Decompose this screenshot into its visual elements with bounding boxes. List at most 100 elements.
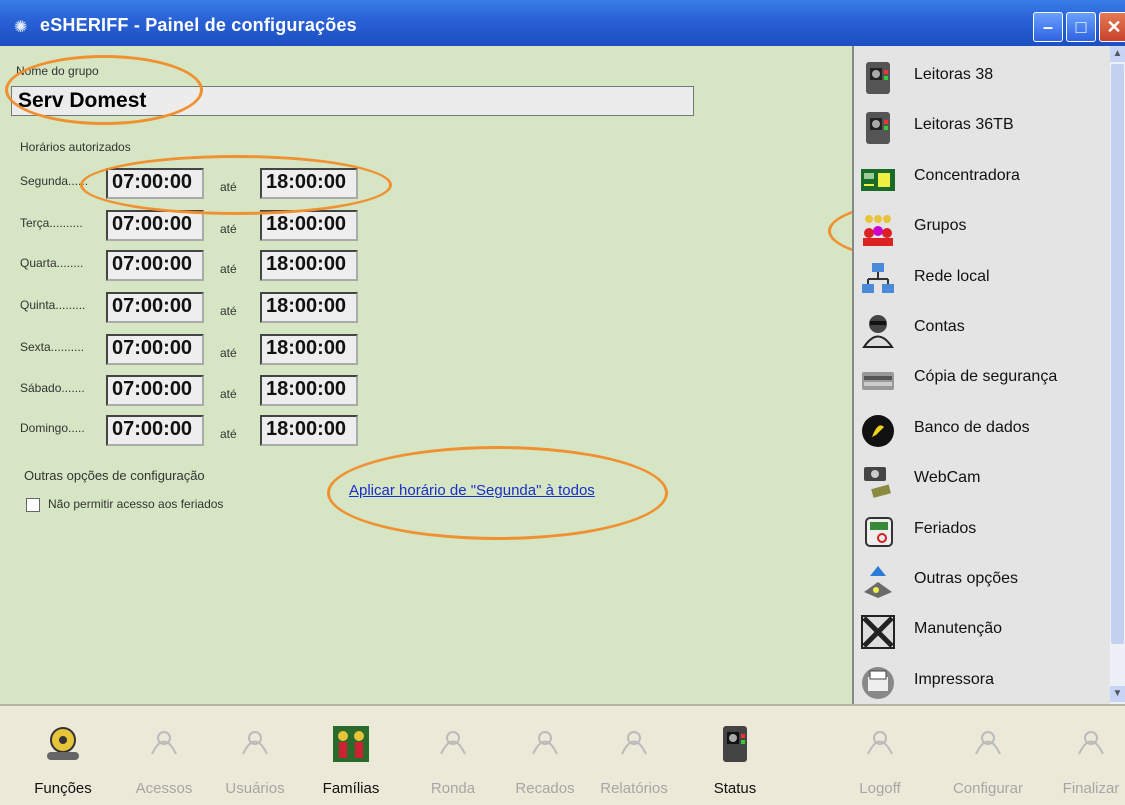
end-time-input[interactable]: 18:00:00 <box>260 334 358 365</box>
toolbar-button[interactable]: Finalizar <box>1046 724 1125 797</box>
maximize-button[interactable]: □ <box>1066 12 1096 42</box>
group-name-input[interactable] <box>11 86 694 116</box>
settings-sidebar: Leitoras 38 Leitoras 36TB Concentradora Gru… <box>852 46 1110 704</box>
day-label: Quarta........ <box>20 256 84 270</box>
faded-icon <box>968 724 1008 764</box>
faded-icon <box>525 724 565 764</box>
sidebar-item[interactable]: Grupos <box>860 205 1100 249</box>
scroll-thumb[interactable] <box>1111 64 1124 644</box>
holiday-checkbox[interactable] <box>26 498 40 512</box>
sidebar-item-label: Concentradora <box>914 166 1020 184</box>
day-label: Sábado....... <box>20 381 85 395</box>
sidebar-item-label: Contas <box>914 318 965 335</box>
reader-device-icon <box>860 60 896 96</box>
sidebar-item-label: Feriados <box>914 519 977 537</box>
toolbar-button-label: Acessos <box>135 780 193 797</box>
toolbar-button[interactable]: Status <box>690 724 780 797</box>
day-label: Domingo..... <box>20 421 85 435</box>
start-time-input[interactable]: 07:00:00 <box>106 210 204 241</box>
until-label: até <box>220 387 237 401</box>
sidebar-item[interactable]: Rede local <box>860 256 1100 300</box>
sidebar-scrollbar[interactable]: ▲ ▼ <box>1110 46 1125 704</box>
faded-icon <box>235 724 275 764</box>
minimize-icon: – <box>1042 17 1053 37</box>
toolbar-button-label: Famílias <box>322 780 380 797</box>
backup-icon <box>860 362 896 398</box>
title-bar: ✺ eSHERIFF - Painel de configurações – □… <box>0 0 1125 46</box>
until-label: até <box>220 180 237 194</box>
sidebar-item[interactable]: Outras opções <box>860 558 1100 602</box>
close-button[interactable]: ✕ <box>1099 12 1125 42</box>
faded-icon <box>1071 724 1111 764</box>
sidebar-item-label: Manutenção <box>914 620 1003 638</box>
sidebar-item[interactable]: Banco de dados <box>860 407 1100 451</box>
toolbar-button[interactable]: Acessos <box>119 724 209 797</box>
group-name-label: Nome do grupo <box>16 64 99 78</box>
toolbar-button-label: Logoff <box>859 780 901 797</box>
apply-all-link[interactable]: Aplicar horário de "Segunda" à todos <box>349 482 595 499</box>
family-icon <box>331 724 371 764</box>
sidebar-item[interactable]: Leitoras 36TB <box>860 104 1100 148</box>
end-time-input[interactable]: 18:00:00 <box>260 375 358 406</box>
start-time-input[interactable]: 07:00:00 <box>106 292 204 323</box>
faded-icon <box>614 724 654 764</box>
sidebar-item[interactable]: Impressora <box>860 659 1100 703</box>
toolbar-button[interactable]: Configurar <box>943 724 1033 797</box>
calendar-icon <box>860 514 896 550</box>
end-time-input[interactable]: 18:00:00 <box>260 168 358 199</box>
day-label: Quinta......... <box>20 298 86 312</box>
sidebar-item[interactable]: Leitoras 38 <box>860 54 1100 98</box>
sidebar-item[interactable]: Concentradora <box>860 155 1100 199</box>
sidebar-item-label: Cópia de segurança <box>914 368 1058 386</box>
database-icon <box>860 413 896 449</box>
printer-icon <box>860 665 896 701</box>
day-label: Segunda...... <box>20 174 89 188</box>
start-time-input[interactable]: 07:00:00 <box>106 375 204 406</box>
end-time-input[interactable]: 18:00:00 <box>260 415 358 446</box>
minimize-button[interactable]: – <box>1033 12 1063 42</box>
network-icon <box>860 262 896 298</box>
toolbar-button[interactable]: Logoff <box>835 724 925 797</box>
toolbar-button[interactable]: Funções <box>18 724 108 797</box>
toolbar-button[interactable]: Relatórios <box>589 724 679 797</box>
scroll-up-icon[interactable]: ▲ <box>1110 46 1125 62</box>
group-people-icon <box>860 211 896 247</box>
until-label: até <box>220 427 237 441</box>
start-time-input[interactable]: 07:00:00 <box>106 168 204 199</box>
until-label: até <box>220 262 237 276</box>
start-time-input[interactable]: 07:00:00 <box>106 250 204 281</box>
toolbar-button[interactable]: Famílias <box>306 724 396 797</box>
circuit-board-icon <box>860 161 896 197</box>
sidebar-item-label: WebCam <box>914 469 981 487</box>
sidebar-item[interactable]: WebCam <box>860 457 1100 501</box>
window-title: eSHERIFF - Painel de configurações <box>40 15 357 35</box>
sidebar-item[interactable]: Manutenção <box>860 608 1100 652</box>
close-icon: ✕ <box>1106 17 1122 37</box>
toolbar-button-label: Status <box>713 780 757 797</box>
toolbar-button-label: Recados <box>515 780 575 797</box>
start-time-input[interactable]: 07:00:00 <box>106 334 204 365</box>
status-icon <box>715 724 755 764</box>
end-time-input[interactable]: 18:00:00 <box>260 210 358 241</box>
scroll-down-icon[interactable]: ▼ <box>1110 686 1125 702</box>
maintenance-icon <box>860 614 896 650</box>
sidebar-item-label: Impressora <box>914 670 995 688</box>
toolbar-button-label: Funções <box>34 780 92 797</box>
sidebar-item[interactable]: Cópia de segurança <box>860 356 1100 400</box>
until-label: até <box>220 346 237 360</box>
sidebar-item[interactable]: Feriados <box>860 508 1100 552</box>
sidebar-item-label: Leitoras 38 <box>914 66 994 83</box>
toolbar-button[interactable]: Ronda <box>408 724 498 797</box>
toolbar-button-label: Ronda <box>430 780 476 797</box>
faded-icon <box>433 724 473 764</box>
toolbar-button[interactable]: Recados <box>500 724 590 797</box>
start-time-input[interactable]: 07:00:00 <box>106 415 204 446</box>
end-time-input[interactable]: 18:00:00 <box>260 250 358 281</box>
day-label: Terça.......... <box>20 216 83 230</box>
faded-icon <box>860 724 900 764</box>
sidebar-item[interactable]: Contas <box>860 306 1100 350</box>
toolbar-button[interactable]: Usuários <box>210 724 300 797</box>
webcam-icon <box>860 463 896 499</box>
other-options-label: Outras opções de configuração <box>24 468 205 483</box>
end-time-input[interactable]: 18:00:00 <box>260 292 358 323</box>
